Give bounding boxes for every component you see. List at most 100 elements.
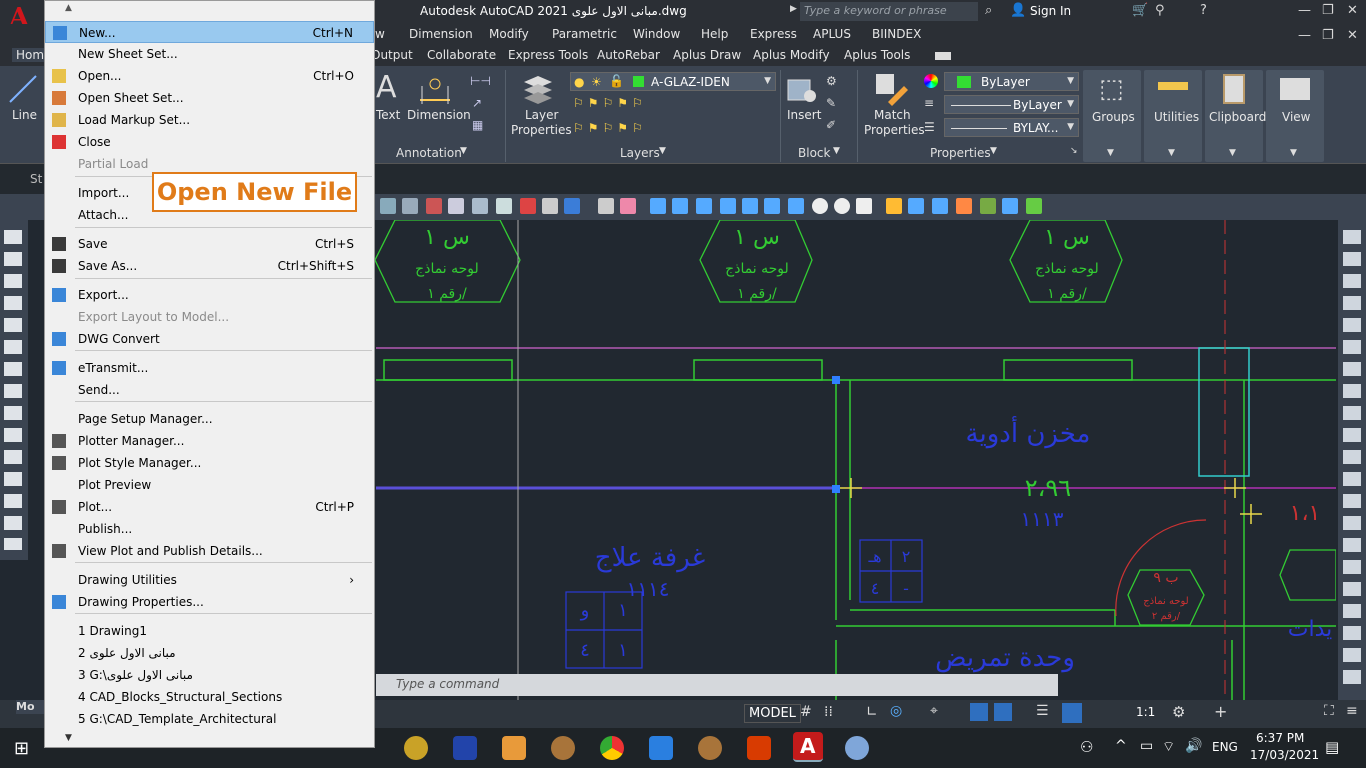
leader-icon[interactable]: ↗	[472, 96, 482, 110]
lineweight-toggle-icon[interactable]: ☰	[1036, 703, 1049, 719]
annotation-scale-icon[interactable]	[1062, 703, 1082, 723]
volume-icon[interactable]: 🔊	[1185, 738, 1202, 754]
layer-properties-icon[interactable]	[520, 72, 556, 106]
app-icon[interactable]	[551, 736, 575, 760]
edit-block-icon[interactable]: ✎	[826, 96, 836, 110]
toolbar-tool-icon[interactable]	[1002, 198, 1018, 214]
battery-icon[interactable]: ▭	[1140, 738, 1153, 754]
insert-button-label[interactable]: Insert	[787, 108, 821, 122]
lineweight-dropdown[interactable]: BYLAY... ▼	[944, 118, 1079, 137]
menu-item-save[interactable]: Save Ctrl+S	[45, 233, 374, 255]
menu-item-etransmit[interactable]: eTransmit...	[45, 357, 374, 379]
command-input[interactable]: Type a command	[376, 674, 1058, 696]
app-icon[interactable]	[649, 736, 673, 760]
menu-item-recent-3[interactable]: 3 G:\مبانى الاول علوى	[45, 664, 374, 686]
color-wheel-icon[interactable]	[924, 74, 938, 88]
toolbar-tool-icon[interactable]	[472, 198, 488, 214]
doc-close-icon[interactable]: ✕	[1347, 28, 1358, 43]
menu-item-new-sheet-set[interactable]: New Sheet Set...	[45, 43, 374, 65]
otrack-icon[interactable]	[970, 703, 988, 721]
toolbar-tool-icon[interactable]	[672, 198, 688, 214]
right-tool-icons[interactable]	[1343, 230, 1361, 690]
toolbar-tool-icon[interactable]	[520, 198, 536, 214]
grid-icon[interactable]: #	[800, 704, 812, 720]
annotation-panel-title[interactable]: Annotation	[396, 146, 462, 160]
osnap-icon[interactable]: ⌖	[930, 703, 938, 719]
utilities-button[interactable]: Utilities ▼	[1144, 70, 1202, 162]
people-icon[interactable]: ⚇	[1080, 738, 1093, 756]
line-button-label[interactable]: Line	[12, 108, 37, 122]
menu-item-recent-5[interactable]: 5 G:\CAD_Template_Architectural	[45, 708, 374, 730]
help-icon[interactable]: ?	[1200, 3, 1207, 18]
start-tab[interactable]: St	[30, 172, 42, 186]
toolbar-tool-icon[interactable]	[620, 198, 636, 214]
tab-window[interactable]: Window	[633, 27, 680, 41]
toolbar-tool-icon[interactable]	[932, 198, 948, 214]
dimension-button-label[interactable]: Dimension	[407, 108, 471, 122]
cart-icon[interactable]: 🛒	[1132, 3, 1148, 18]
annotation-expand-icon[interactable]: ▼	[460, 146, 467, 156]
tab-aplus-tools[interactable]: Aplus Tools	[844, 48, 910, 62]
toolbar-tool-icon[interactable]	[908, 198, 924, 214]
autodesk-a360-icon[interactable]: ⚲	[1155, 3, 1165, 18]
selection-cycling-icon[interactable]	[994, 703, 1012, 721]
groups-button[interactable]: ⬚ Groups ▼	[1083, 70, 1141, 162]
menu-item-dwg-convert[interactable]: DWG Convert	[45, 328, 374, 350]
doc-minimize-icon[interactable]: —	[1298, 28, 1311, 43]
properties-expand-icon[interactable]: ▼	[990, 146, 997, 156]
layers-panel-title[interactable]: Layers	[620, 146, 660, 160]
toolbar-tool-icon[interactable]	[812, 198, 828, 214]
insert-icon[interactable]	[786, 74, 818, 104]
toolbar-tool-icon[interactable]	[598, 198, 614, 214]
notifications-icon[interactable]: ▤	[1325, 738, 1339, 756]
chevron-up-icon[interactable]: ^	[1115, 738, 1127, 754]
ribbon-options-icon[interactable]	[935, 52, 951, 60]
user-icon[interactable]: 👤	[1010, 3, 1026, 18]
menu-item-plotter-manager[interactable]: Plotter Manager...	[45, 430, 374, 452]
autocad-taskbar-icon[interactable]: A	[793, 732, 823, 762]
app-icon[interactable]	[404, 736, 428, 760]
minimize-icon[interactable]: —	[1298, 3, 1311, 18]
model-tab[interactable]: Mo	[16, 700, 46, 714]
toolbar-tool-icon[interactable]	[1026, 198, 1042, 214]
layer-properties-label-2[interactable]: Properties	[511, 123, 572, 137]
toolbar-tool-icon[interactable]	[834, 198, 850, 214]
tab-modify[interactable]: Modify	[489, 27, 529, 41]
color-dropdown[interactable]: ByLayer ▼	[944, 72, 1079, 91]
menu-item-save-as[interactable]: Save As... Ctrl+Shift+S	[45, 255, 374, 277]
menu-item-publish[interactable]: Publish...	[45, 518, 374, 540]
toolbar-tool-icon[interactable]	[426, 198, 442, 214]
facebook-icon[interactable]	[564, 198, 580, 214]
doc-restore-icon[interactable]: ❐	[1322, 28, 1334, 43]
clock-date[interactable]: 17/03/2021	[1250, 748, 1319, 762]
menu-item-close[interactable]: Close	[45, 131, 374, 153]
app-icon[interactable]	[453, 736, 477, 760]
match-properties-icon[interactable]	[874, 72, 908, 106]
search-icon[interactable]: ⌕	[985, 3, 992, 18]
toolbar-tool-icon[interactable]	[696, 198, 712, 214]
menu-item-plot-preview[interactable]: Plot Preview	[45, 474, 374, 496]
clipboard-button[interactable]: Clipboard ▼	[1205, 70, 1266, 162]
toolbar-tool-icon[interactable]	[764, 198, 780, 214]
layer-tools-row2-icons[interactable]: ⚐⚑⚐⚑⚐	[573, 121, 647, 135]
linetype-dropdown[interactable]: ByLayer ▼	[944, 95, 1079, 114]
menu-item-recent-2[interactable]: 2 مبانى الاول علوى	[45, 642, 374, 664]
tab-aplus-draw[interactable]: Aplus Draw	[673, 48, 741, 62]
menu-item-recent-4[interactable]: 4 CAD_Blocks_Structural_Sections	[45, 686, 374, 708]
tab-parametric[interactable]: Parametric	[552, 27, 617, 41]
app-icon[interactable]	[698, 736, 722, 760]
app-icon[interactable]	[845, 736, 869, 760]
menu-item-load-markup-set[interactable]: Load Markup Set...	[45, 109, 374, 131]
create-block-icon[interactable]: ⚙	[826, 74, 837, 88]
properties-dialog-icon[interactable]: ↘	[1070, 146, 1078, 156]
text-button-label[interactable]: Text	[376, 108, 400, 122]
ortho-icon[interactable]: ∟	[866, 704, 878, 720]
tab-annotate[interactable]: Dimension	[409, 27, 473, 41]
toolbar-tool-icon[interactable]	[980, 198, 996, 214]
layer-dropdown[interactable]: ● ☀ 🔓 A-GLAZ-IDEN ▼	[570, 72, 776, 91]
toolbar-tool-icon[interactable]	[956, 198, 972, 214]
table-icon[interactable]: ▦	[472, 118, 483, 132]
menu-item-plot-style-manager[interactable]: Plot Style Manager...	[45, 452, 374, 474]
layers-expand-icon[interactable]: ▼	[659, 146, 666, 156]
scale-value[interactable]: 1:1	[1136, 705, 1155, 719]
